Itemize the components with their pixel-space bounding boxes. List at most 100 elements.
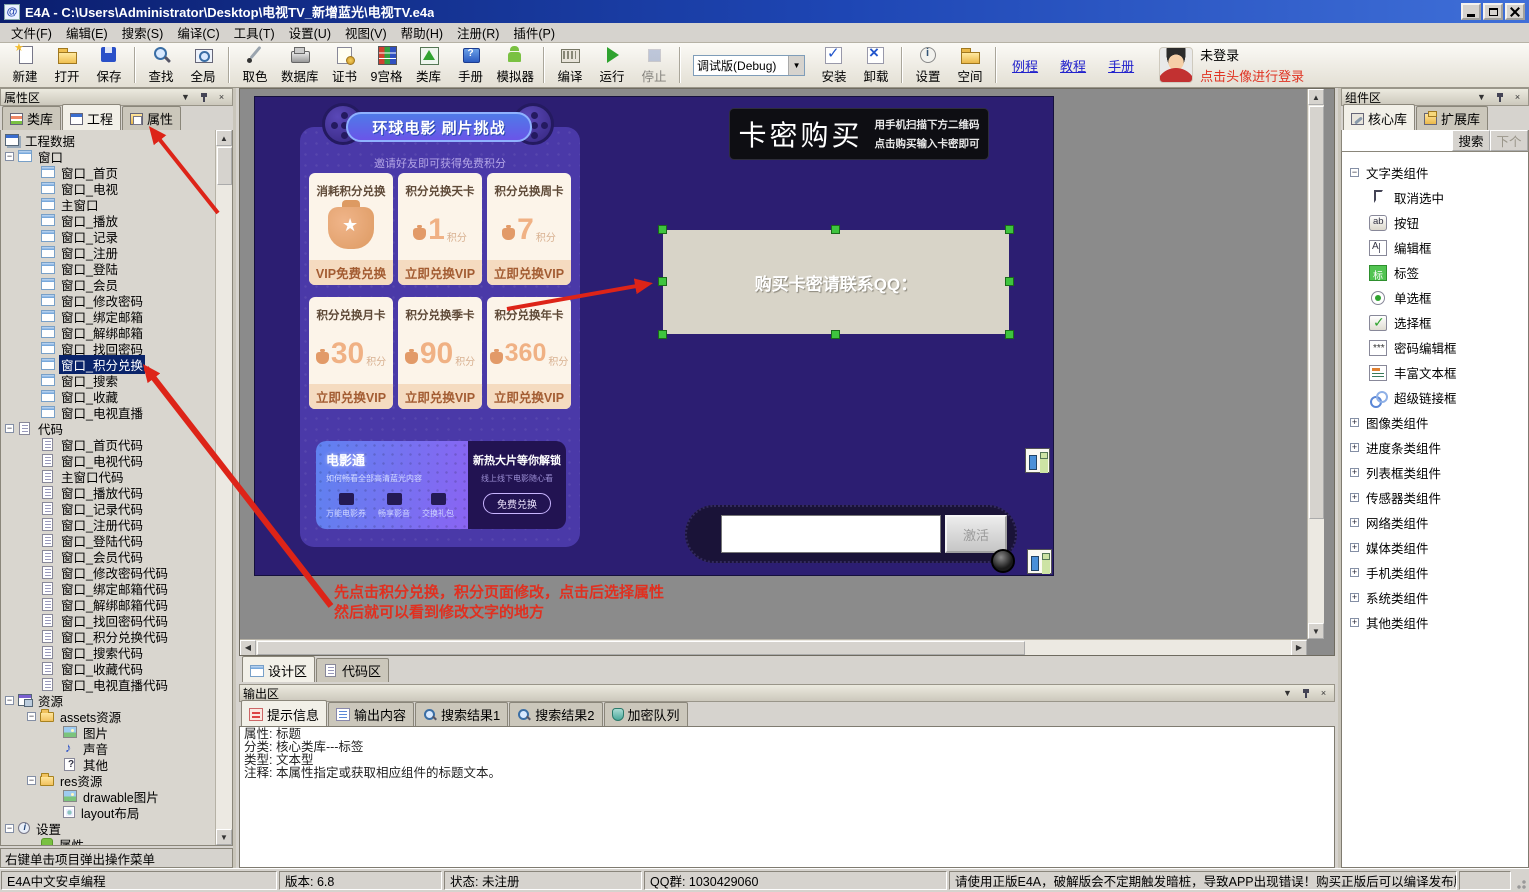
close-panel-icon[interactable]: × (214, 90, 229, 104)
component-group[interactable]: +媒体类组件 (1342, 535, 1528, 560)
expander-icon[interactable]: − (27, 712, 36, 721)
output-tab-3[interactable]: 搜索结果2 (509, 702, 602, 726)
expander-icon[interactable]: + (1350, 468, 1359, 477)
project-tree-scrollbar[interactable]: ▲ ▼ (215, 130, 232, 845)
menu-item-9[interactable]: 插件(P) (506, 21, 562, 44)
output-tab-4[interactable]: 加密队列 (604, 702, 688, 726)
expander-icon[interactable]: − (27, 776, 36, 785)
exchange-vip-button[interactable]: 立即兑换VIP (398, 260, 482, 285)
selection-handle[interactable] (831, 330, 840, 339)
component-item[interactable]: 丰富文本框 (1342, 360, 1528, 385)
toolbar-button-database[interactable]: 数据库 (276, 44, 324, 86)
close-panel-icon[interactable]: × (1316, 686, 1331, 700)
selection-handle[interactable] (658, 330, 667, 339)
tree-item[interactable]: 窗口_电视 (1, 180, 215, 196)
qq-contact-label-selected[interactable]: 购买卡密请联系QQ： (663, 230, 1009, 334)
scroll-thumb[interactable] (1309, 106, 1324, 519)
points-card[interactable]: 积分兑换周卡7积分立即兑换VIP (487, 173, 571, 285)
component-item[interactable]: 密码编辑框 (1342, 335, 1528, 360)
output-tab-0[interactable]: 提示信息 (241, 700, 327, 726)
selection-handle[interactable] (1005, 277, 1014, 286)
tab-1[interactable]: 工程 (62, 104, 121, 130)
toolbar-button-install[interactable]: 安装 (813, 44, 855, 86)
points-card[interactable]: 积分兑换月卡30积分立即兑换VIP (309, 297, 393, 409)
panel-menu-icon[interactable]: ▼ (178, 90, 193, 104)
menu-item-1[interactable]: 编辑(E) (59, 21, 115, 44)
output-tab-2[interactable]: 搜索结果1 (415, 702, 508, 726)
exchange-vip-button[interactable]: VIP免费兑换 (309, 260, 393, 285)
scroll-left-icon[interactable]: ◀ (240, 640, 256, 656)
toolbar-button-manual[interactable]: 手册 (450, 44, 492, 86)
component-group[interactable]: −文字类组件 (1342, 160, 1528, 185)
maximize-button[interactable] (1483, 3, 1503, 20)
component-tree-icon[interactable] (1027, 549, 1052, 574)
expander-icon[interactable]: + (1350, 593, 1359, 602)
selection-handle[interactable] (1005, 330, 1014, 339)
avatar[interactable] (1159, 47, 1193, 83)
component-item[interactable]: 选择框 (1342, 310, 1528, 335)
scroll-right-icon[interactable]: ▶ (1291, 640, 1307, 656)
expander-icon[interactable]: + (1350, 618, 1359, 627)
expander-icon[interactable]: + (1350, 418, 1359, 427)
card-key-input[interactable] (721, 515, 941, 553)
component-group[interactable]: +进度条类组件 (1342, 435, 1528, 460)
pin-icon[interactable] (1298, 686, 1313, 700)
menu-item-0[interactable]: 文件(F) (4, 21, 59, 44)
menu-item-5[interactable]: 设置(U) (282, 21, 338, 44)
component-group[interactable]: +网络类组件 (1342, 510, 1528, 535)
tree-item[interactable]: 窗口_电视直播代码 (1, 676, 215, 692)
scroll-down-icon[interactable]: ▼ (216, 829, 232, 845)
component-group[interactable]: +列表框类组件 (1342, 460, 1528, 485)
exchange-vip-button[interactable]: 立即兑换VIP (309, 384, 393, 409)
panel-menu-icon[interactable]: ▼ (1474, 90, 1489, 104)
exchange-vip-button[interactable]: 立即兑换VIP (487, 384, 571, 409)
toolbar-button-picker[interactable]: 取色 (234, 44, 276, 86)
menu-item-4[interactable]: 工具(T) (227, 21, 282, 44)
exchange-vip-button[interactable]: 立即兑换VIP (487, 260, 571, 285)
tree-item[interactable]: 窗口_电视直播 (1, 404, 215, 420)
tab-2[interactable]: 属性 (122, 106, 181, 130)
toolbar-button-stop[interactable]: 停止 (633, 44, 675, 86)
component-item[interactable]: 标签 (1342, 260, 1528, 285)
pin-icon[interactable] (196, 90, 211, 104)
selection-handle[interactable] (1005, 225, 1014, 234)
expander-icon[interactable]: − (1350, 168, 1359, 177)
expander-icon[interactable]: + (1350, 568, 1359, 577)
component-item[interactable]: 按钮 (1342, 210, 1528, 235)
expander-icon[interactable]: − (5, 424, 14, 433)
menu-item-8[interactable]: 注册(R) (450, 21, 506, 44)
search-button[interactable]: 搜索 (1452, 130, 1490, 151)
toolbar-button-new[interactable]: 新建 (4, 44, 46, 86)
toolbar-button-uninstall[interactable]: 卸载 (855, 44, 897, 86)
toolbar-link-1[interactable]: 教程 (1060, 56, 1086, 75)
points-card[interactable]: 积分兑换季卡90积分立即兑换VIP (398, 297, 482, 409)
component-group[interactable]: +手机类组件 (1342, 560, 1528, 585)
titlebar[interactable]: @ E4A - C:\Users\Administrator\Desktop\电… (0, 0, 1529, 23)
pin-icon[interactable] (1492, 90, 1507, 104)
menu-item-2[interactable]: 搜索(S) (115, 21, 171, 44)
tree-item[interactable]: 其他 (1, 756, 215, 772)
component-item[interactable]: 单选框 (1342, 285, 1528, 310)
scroll-thumb[interactable] (217, 147, 232, 185)
selection-handle[interactable] (831, 225, 840, 234)
expander-icon[interactable]: + (1350, 443, 1359, 452)
tab-0[interactable]: 类库 (2, 106, 61, 130)
component-search-input[interactable] (1342, 130, 1452, 151)
expander-icon[interactable]: + (1350, 518, 1359, 527)
component-group[interactable]: +系统类组件 (1342, 585, 1528, 610)
toolbar-button-compile[interactable]: 编译 (549, 44, 591, 86)
toolbar-link-0[interactable]: 例程 (1012, 56, 1038, 75)
minimize-button[interactable] (1461, 3, 1481, 20)
toolbar-button-settings[interactable]: 设置 (907, 44, 949, 86)
next-button[interactable]: 下个 (1490, 130, 1528, 151)
menu-item-3[interactable]: 编译(C) (170, 21, 226, 44)
toolbar-button-global[interactable]: 全局 (182, 44, 224, 86)
toolbar-button-grid9[interactable]: 9宫格 (366, 44, 408, 86)
exchange-vip-button[interactable]: 立即兑换VIP (398, 384, 482, 409)
toolbar-button-open[interactable]: 打开 (46, 44, 88, 86)
scroll-up-icon[interactable]: ▲ (216, 130, 232, 146)
toolbar-button-save[interactable]: 保存 (88, 44, 130, 86)
expander-icon[interactable]: + (1350, 543, 1359, 552)
component-item[interactable]: 取消选中 (1342, 185, 1528, 210)
scroll-thumb[interactable] (257, 641, 1025, 655)
